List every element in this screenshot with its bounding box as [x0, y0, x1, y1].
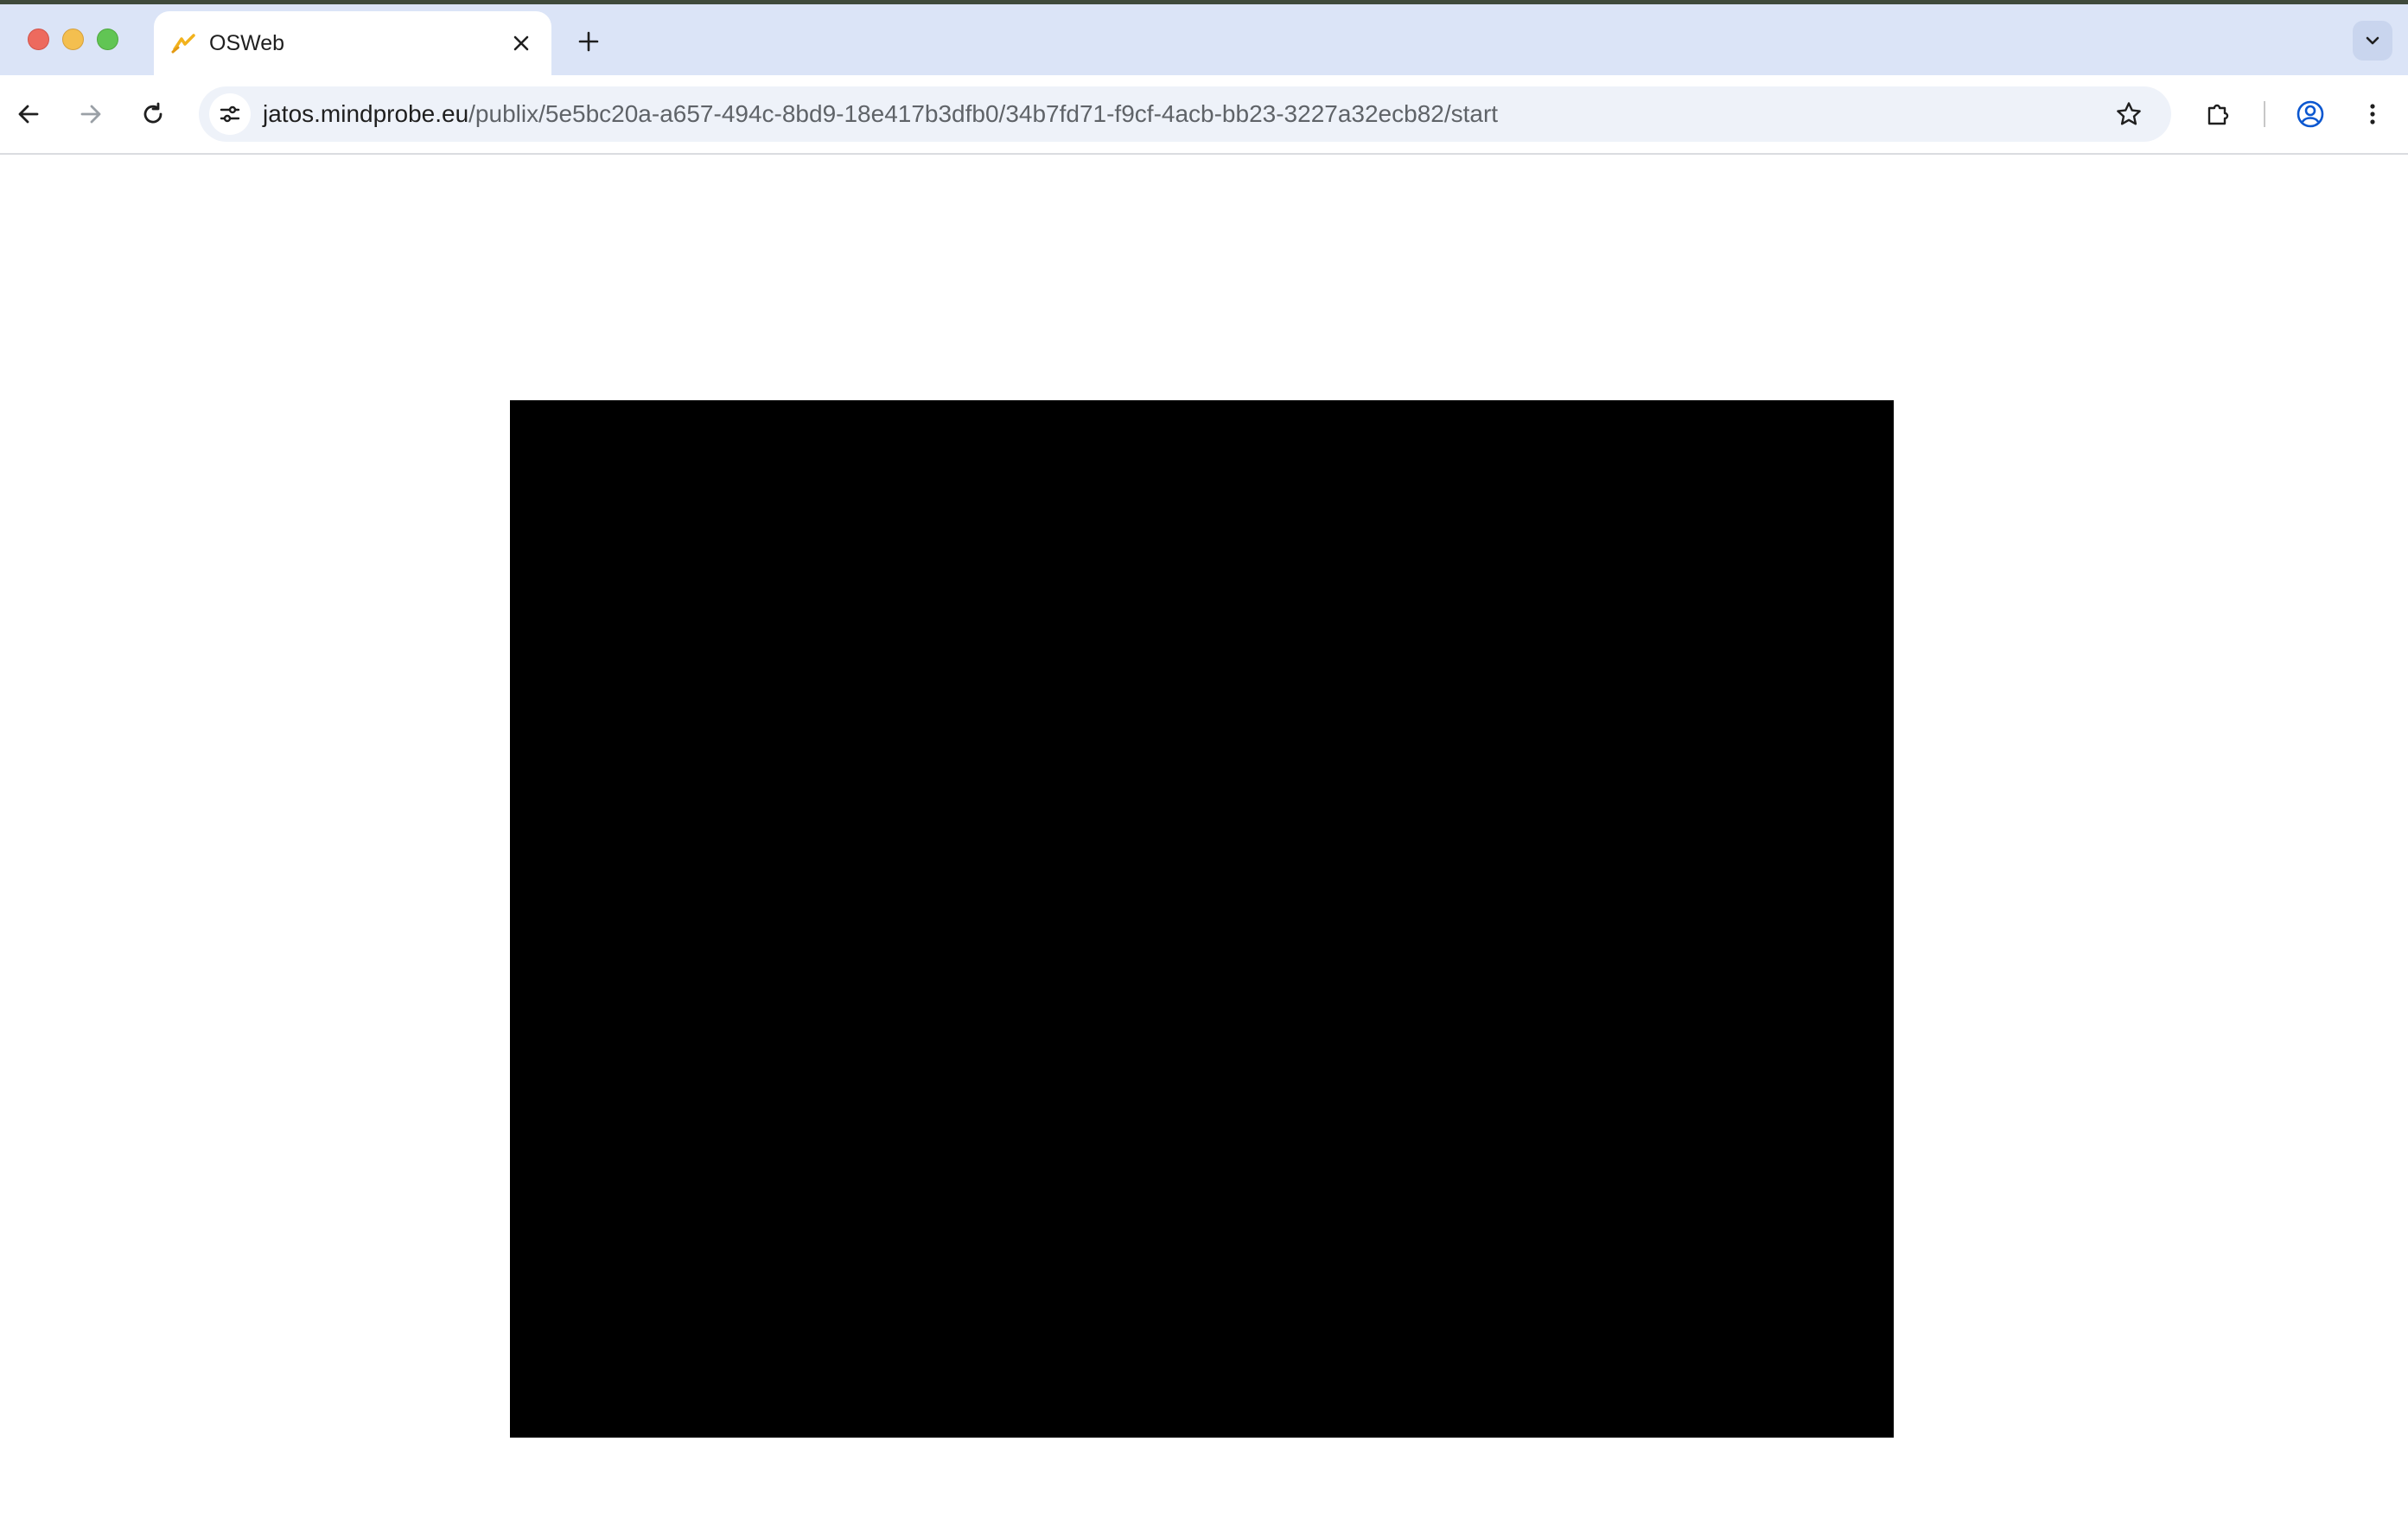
browser-window: OSWeb jatos.mindprobe.eu/publix/5e5bc20a… [0, 0, 2408, 1518]
url-path: /publix/5e5bc20a-a657-494c-8bd9-18e417b3… [468, 100, 1499, 127]
account-circle-icon [2297, 100, 2324, 128]
tab-osweb[interactable]: OSWeb [154, 11, 551, 75]
forward-button[interactable] [71, 94, 111, 134]
experiment-canvas[interactable] [510, 400, 1894, 1438]
minimize-window-button[interactable] [62, 29, 84, 50]
new-tab-button[interactable] [570, 23, 607, 60]
site-info-button[interactable] [209, 93, 251, 135]
reload-icon [143, 102, 162, 124]
url-text[interactable]: jatos.mindprobe.eu/publix/5e5bc20a-a657-… [263, 86, 1498, 142]
close-window-button[interactable] [28, 29, 49, 50]
address-bar[interactable]: jatos.mindprobe.eu/publix/5e5bc20a-a657-… [199, 86, 2171, 142]
tab-title: OSWeb [209, 31, 285, 55]
tab-strip: OSWeb [0, 0, 2408, 75]
back-arrow-icon [18, 105, 39, 124]
puzzle-icon [2207, 104, 2229, 125]
menu-button[interactable] [2353, 94, 2392, 134]
chevron-down-icon [2366, 36, 2379, 45]
more-vertical-icon [2370, 104, 2375, 124]
close-tab-icon[interactable] [506, 29, 536, 58]
fullscreen-window-button[interactable] [97, 29, 118, 50]
plus-icon [578, 31, 599, 52]
tune-icon [220, 105, 240, 123]
extensions-button[interactable] [2199, 94, 2239, 134]
url-host: jatos.mindprobe.eu [263, 100, 469, 127]
desktop-edge [0, 0, 2408, 4]
back-button[interactable] [9, 94, 48, 134]
browser-toolbar: jatos.mindprobe.eu/publix/5e5bc20a-a657-… [0, 75, 2408, 155]
page-content [0, 155, 2408, 1518]
toolbar-divider [2264, 101, 2265, 127]
profile-button[interactable] [2290, 94, 2330, 134]
tab-search-button[interactable] [2353, 21, 2392, 61]
reload-button[interactable] [133, 94, 173, 134]
bookmark-star-icon[interactable] [2109, 94, 2149, 134]
osweb-logo-icon [169, 29, 199, 58]
forward-arrow-icon [80, 105, 101, 124]
